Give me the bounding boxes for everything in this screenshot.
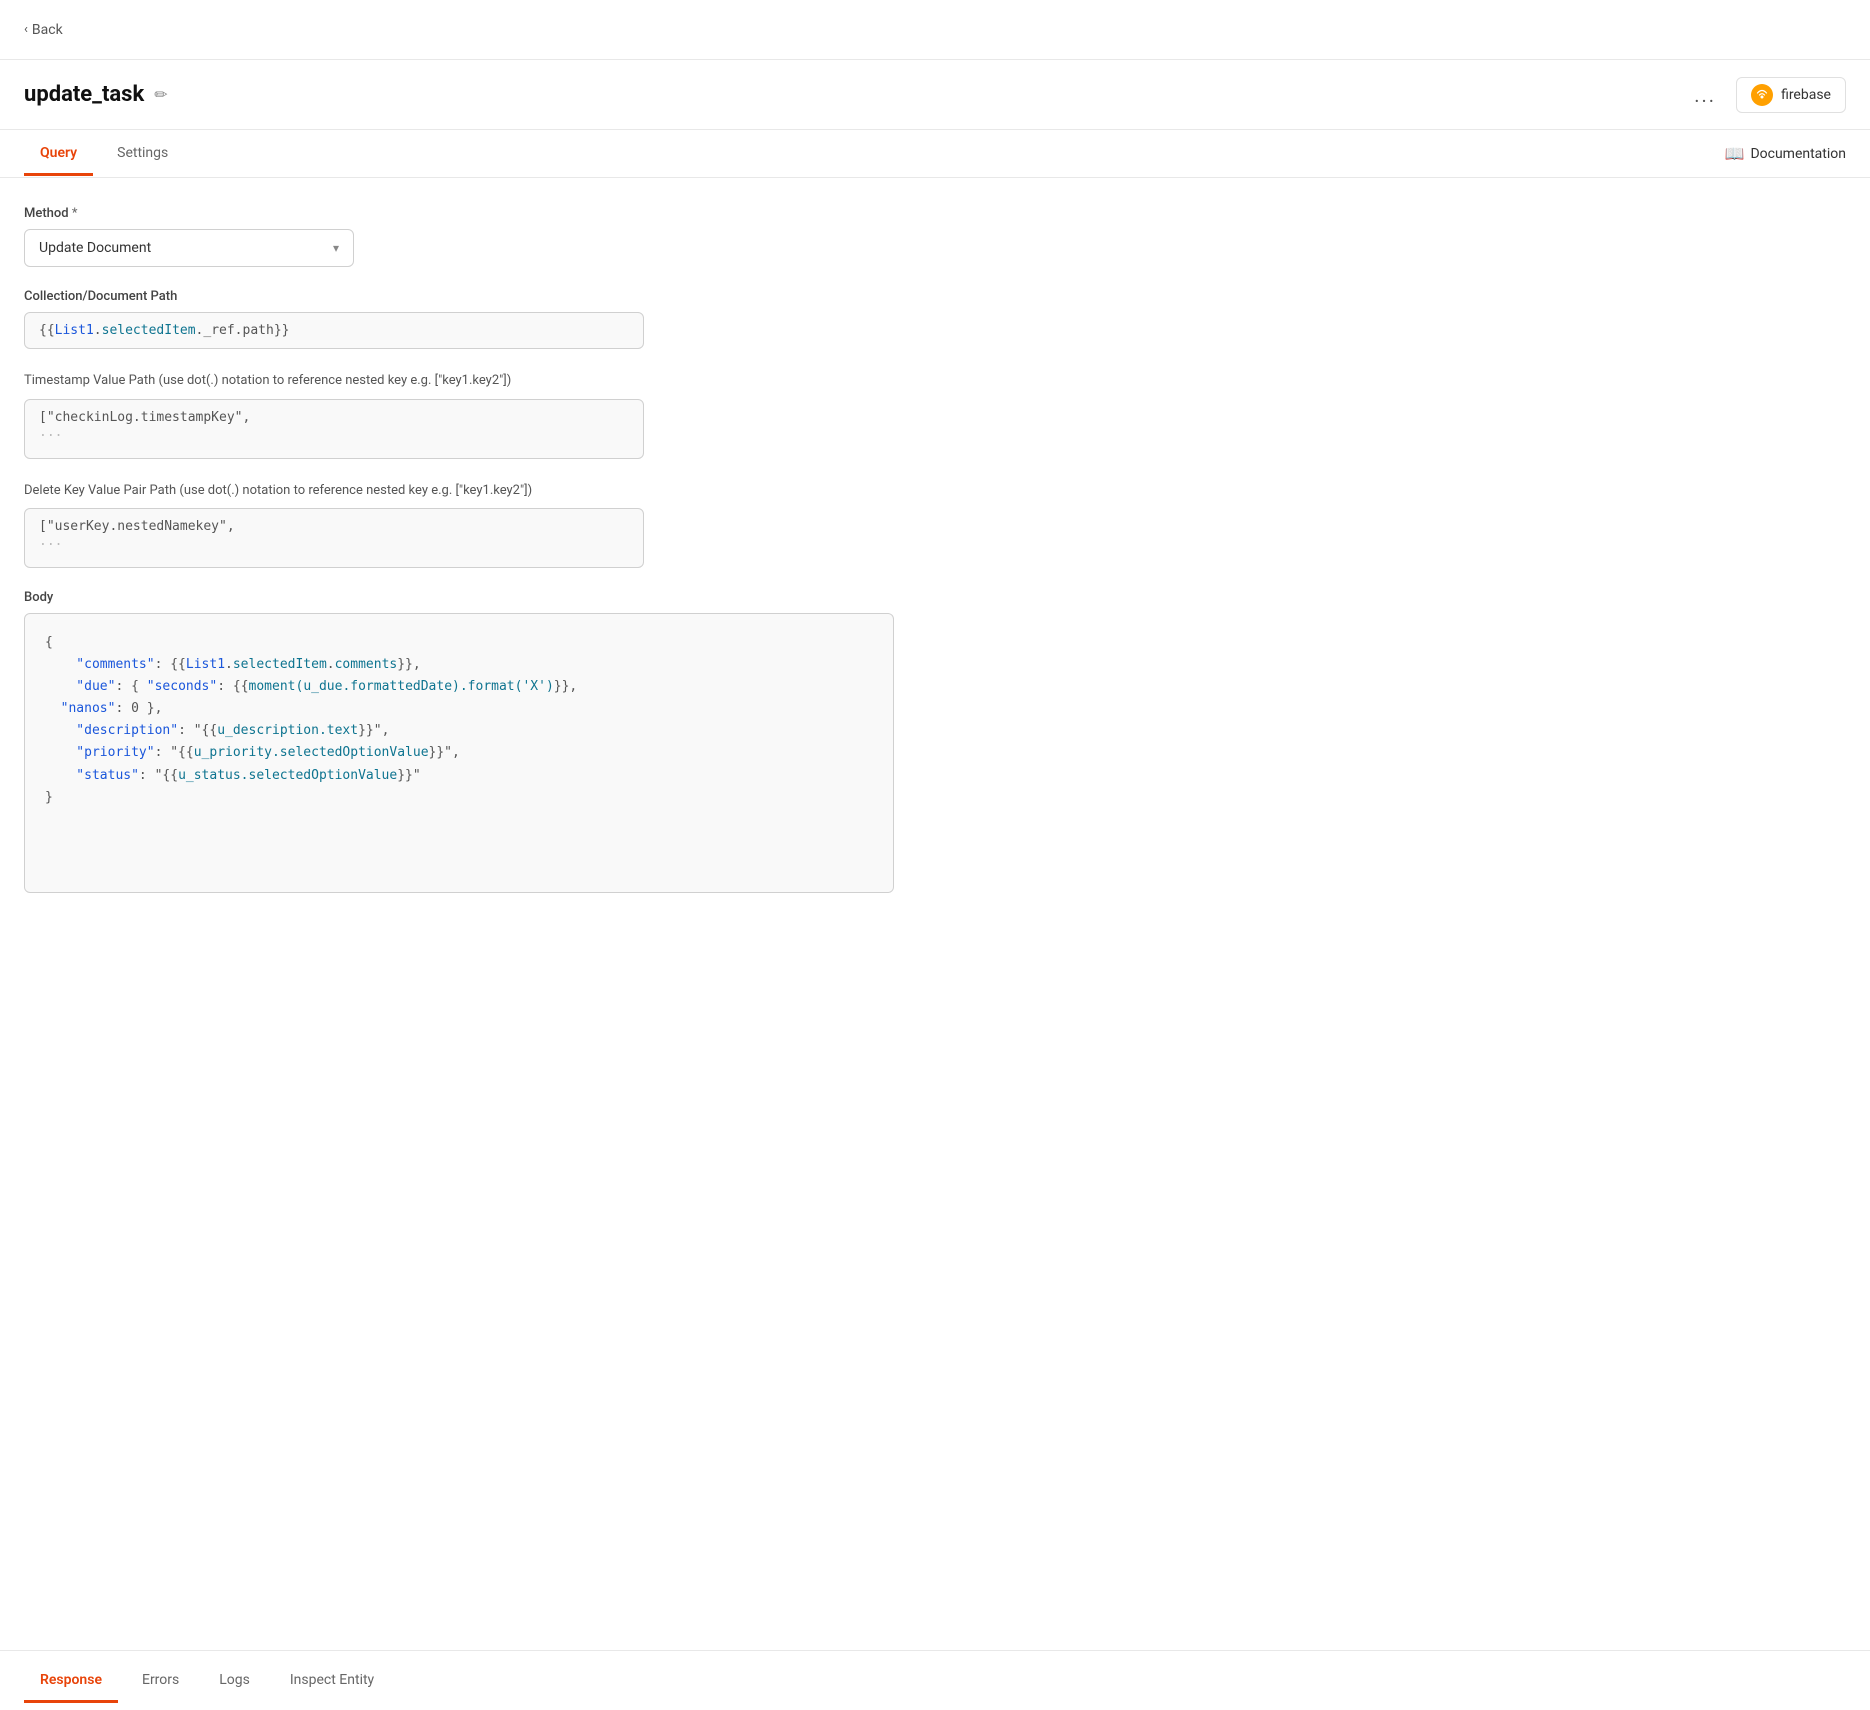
more-menu-button[interactable]: ... (1694, 83, 1716, 107)
tab-settings[interactable]: Settings (101, 131, 184, 176)
body-line-3: "due": { "seconds": {{moment(u_due.forma… (45, 676, 873, 698)
method-dropdown[interactable]: Update Document ▾ (24, 229, 354, 267)
collection-path-field-group: Collection/Document Path {{List1.selecte… (24, 289, 1846, 349)
bottom-tabs: Response Errors Logs Inspect Entity (0, 1650, 1870, 1710)
delete-key-input[interactable]: ["userKey.nestedNamekey", ... (24, 508, 644, 568)
edit-icon[interactable]: ✏ (154, 85, 167, 104)
tab-query[interactable]: Query (24, 131, 93, 176)
method-field-group: Method * Update Document ▾ (24, 206, 1846, 267)
documentation-link[interactable]: 📖 Documentation (1725, 144, 1846, 163)
body-line-1: { (45, 632, 873, 654)
timestamp-label: Timestamp Value Path (use dot(.) notatio… (24, 371, 1846, 391)
delete-key-label: Delete Key Value Pair Path (use dot(.) n… (24, 481, 1846, 501)
firebase-icon (1751, 84, 1773, 106)
main-content: Method * Update Document ▾ Collection/Do… (0, 178, 1870, 1650)
body-line-8: } (45, 787, 873, 809)
timestamp-line2: ... (39, 425, 629, 440)
body-line-5: "description": "{{u_description.text}}", (45, 720, 873, 742)
timestamp-field-group: Timestamp Value Path (use dot(.) notatio… (24, 371, 1846, 459)
back-label: Back (32, 22, 63, 38)
bottom-tab-errors[interactable]: Errors (126, 1658, 195, 1703)
body-line-7: "status": "{{u_status.selectedOptionValu… (45, 765, 873, 787)
header-row: update_task ✏ ... firebase (0, 60, 1870, 130)
body-line-2: "comments": {{List1.selectedItem.comment… (45, 654, 873, 676)
delete-key-line1: ["userKey.nestedNamekey", (39, 519, 629, 534)
timestamp-line1: ["checkinLog.timestampKey", (39, 410, 629, 425)
documentation-icon: 📖 (1725, 144, 1745, 163)
body-field-group: Body { "comments": {{List1.selectedItem.… (24, 590, 1846, 893)
timestamp-input[interactable]: ["checkinLog.timestampKey", ... (24, 399, 644, 459)
back-button[interactable]: ‹ Back (24, 22, 63, 38)
firebase-label: firebase (1781, 87, 1831, 103)
back-chevron-icon: ‹ (24, 22, 28, 37)
delete-key-field-group: Delete Key Value Pair Path (use dot(.) n… (24, 481, 1846, 569)
collection-path-input[interactable]: {{List1.selectedItem._ref.path}} (24, 312, 644, 349)
body-line-4: "nanos": 0 }, (45, 698, 873, 720)
bottom-tab-inspect[interactable]: Inspect Entity (274, 1658, 390, 1703)
documentation-label: Documentation (1750, 146, 1846, 162)
tabs-row: Query Settings 📖 Documentation (0, 130, 1870, 178)
body-line-6: "priority": "{{u_priority.selectedOption… (45, 742, 873, 764)
top-bar: ‹ Back (0, 0, 1870, 60)
query-title: update_task (24, 82, 144, 107)
required-star: * (72, 206, 78, 221)
method-value: Update Document (39, 240, 151, 256)
method-label: Method * (24, 206, 1846, 221)
body-code-area[interactable]: { "comments": {{List1.selectedItem.comme… (24, 613, 894, 893)
body-label: Body (24, 590, 1846, 605)
bottom-tab-logs[interactable]: Logs (203, 1658, 266, 1703)
collection-path-label: Collection/Document Path (24, 289, 1846, 304)
firebase-badge[interactable]: firebase (1736, 77, 1846, 113)
dropdown-arrow-icon: ▾ (333, 241, 339, 255)
bottom-tab-response[interactable]: Response (24, 1658, 118, 1703)
delete-key-line2: ... (39, 534, 629, 549)
